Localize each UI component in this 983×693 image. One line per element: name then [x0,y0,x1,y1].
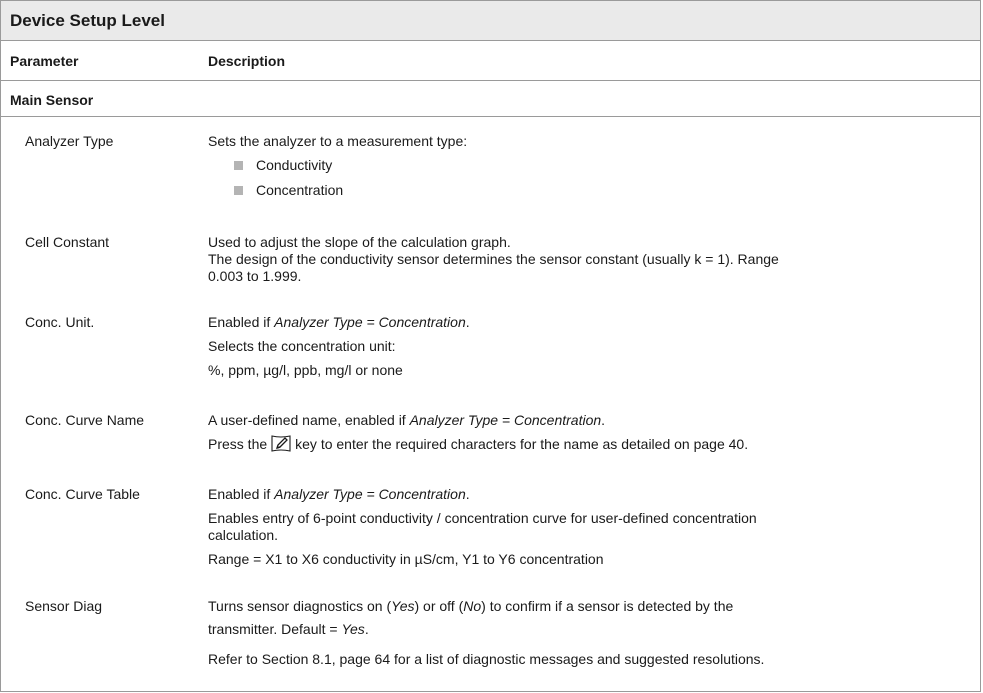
description-text: Press the key to enter the required chara… [208,435,749,452]
param-description: A user-defined name, enabled if Analyzer… [208,412,966,453]
param-name: Conc. Curve Table [25,486,140,502]
section-title: Main Sensor [10,92,94,108]
column-header-parameter: Parameter [10,53,79,69]
bullet-square-icon [234,186,243,195]
description-text: Selects the concentration unit: [208,338,396,354]
description-text: Refer to Section 8.1, page 64 for a list… [208,651,765,667]
description-text: transmitter. Default = Yes. [208,621,369,637]
description-text: Enabled if Analyzer Type = Concentration… [208,314,470,330]
option-item: Conductivity [208,157,966,174]
device-setup-table: Device Setup Level Parameter Description… [0,0,981,692]
description-text: Turns sensor diagnostics on (Yes) or off… [208,598,734,614]
bullet-square-icon [234,161,243,170]
table-bottom-border [1,691,980,692]
column-header-row: Parameter Description [1,41,980,81]
description-text: Enabled if Analyzer Type = Concentration… [208,486,470,502]
description-text: Enables entry of 6-point conductivity / … [208,510,757,526]
description-text: Used to adjust the slope of the calculat… [208,234,511,250]
option-label: Concentration [256,182,344,198]
description-text: %, ppm, µg/l, ppb, mg/l or none [208,362,403,378]
description-text: A user-defined name, enabled if Analyzer… [208,412,606,428]
param-name: Analyzer Type [25,133,114,149]
description-text: 0.003 to 1.999. [208,268,302,284]
description-text: Range = X1 to X6 conductivity in µS/cm, … [208,551,604,567]
param-name: Sensor Diag [25,598,103,614]
option-label: Conductivity [256,157,333,173]
description-text: calculation. [208,527,279,543]
table-title: Device Setup Level [1,0,980,41]
param-name: Cell Constant [25,234,110,250]
edit-key-icon [271,435,291,452]
param-description: Used to adjust the slope of the calculat… [208,234,966,285]
param-description: Enabled if Analyzer Type = Concentration… [208,486,966,568]
param-name: Conc. Unit. [25,314,95,330]
section-header-main-sensor: Main Sensor [1,81,980,117]
column-header-description: Description [208,53,286,69]
description-text: The design of the conductivity sensor de… [208,251,779,267]
description-text: Sets the analyzer to a measurement type: [208,133,468,149]
param-name: Conc. Curve Name [25,412,145,428]
param-description: Enabled if Analyzer Type = Concentration… [208,314,966,379]
param-description: Turns sensor diagnostics on (Yes) or off… [208,598,966,668]
param-description: Sets the analyzer to a measurement type:… [208,133,966,199]
option-item: Concentration [208,182,966,199]
